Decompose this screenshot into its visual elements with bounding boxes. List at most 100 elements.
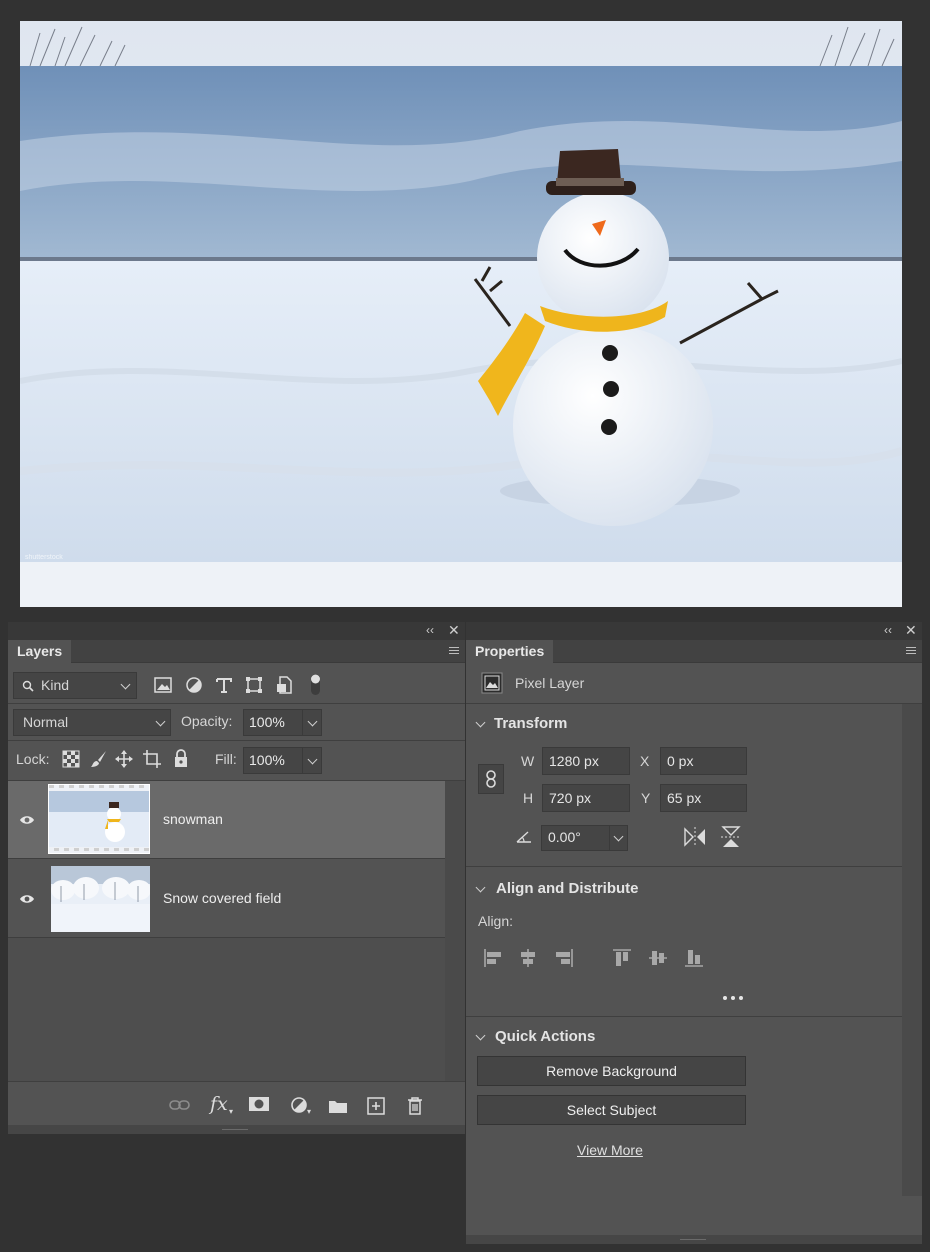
link-icon [486,770,496,788]
align-top-edges-icon[interactable] [612,948,632,968]
x-field[interactable]: 0 px [660,747,747,775]
quick-actions-collapse-icon[interactable] [475,1030,486,1041]
document-canvas[interactable]: shutterstock [20,21,902,607]
lock-image-pixels-icon[interactable] [90,750,108,768]
layers-panel: ‹‹ ✕ Layers Kind Normal Opacity: 100% Lo… [8,622,465,1134]
x-label: X [640,753,650,769]
angle-field[interactable]: 0.00° [541,825,628,851]
flip-horizontal-icon[interactable] [683,826,707,848]
eye-icon[interactable] [19,814,35,826]
lock-all-icon[interactable] [172,749,190,768]
y-field[interactable]: 65 px [660,784,747,812]
transform-collapse-icon[interactable] [475,717,486,728]
fx-icon[interactable]: fx [210,1093,228,1115]
lock-transparent-pixels-icon[interactable] [62,750,80,768]
pixel-filter-icon[interactable] [154,676,172,694]
chevron-down-icon [120,679,131,690]
chevron-down-icon [155,716,166,727]
canvas-image: shutterstock [20,21,902,607]
watermark-text: shutterstock [25,554,63,561]
align-bottom-edges-icon[interactable] [684,948,704,968]
layer-list: snowman Snow covered field [8,781,445,1081]
tab-properties[interactable]: Properties [466,640,554,663]
select-subject-button[interactable]: Select Subject [477,1095,746,1125]
shape-filter-icon[interactable] [245,676,263,694]
adjustment-filter-icon[interactable] [185,676,203,694]
tab-layers[interactable]: Layers [8,640,72,663]
width-label: W [521,753,535,769]
adjustment-submenu-icon: ▾ [307,1107,312,1116]
link-layers-icon[interactable] [169,1098,191,1112]
layers-tabbar: Layers [8,640,465,663]
opacity-label: Opacity: [181,713,233,729]
properties-panel: ‹‹ ✕ Properties Pixel Layer Transform W … [466,622,922,1244]
flip-vertical-icon[interactable] [720,825,742,849]
lock-position-icon[interactable] [115,750,133,768]
close-icon[interactable]: ✕ [905,622,917,639]
layer-thumbnail-snow-field [51,866,151,932]
align-left-edges-icon[interactable] [483,948,503,968]
search-icon [22,680,34,692]
collapse-icon[interactable]: ‹‹ [426,623,434,637]
properties-panel-header: ‹‹ ✕ [466,622,922,640]
chevron-down-icon[interactable] [307,716,318,727]
height-label: H [523,790,534,806]
fill-label: Fill: [215,751,237,767]
layer-mask-icon[interactable] [248,1096,270,1112]
y-label: Y [641,790,651,806]
link-dimensions-button[interactable] [478,764,504,794]
close-icon[interactable]: ✕ [448,622,460,639]
layers-scrollbar[interactable] [445,781,465,1081]
align-right-edges-icon[interactable] [554,948,574,968]
properties-tabbar: Properties [466,640,922,663]
height-field[interactable]: 720 px [542,784,630,812]
width-field[interactable]: 1280 px [542,747,630,775]
layers-panel-header: ‹‹ ✕ [8,622,465,640]
collapse-icon[interactable]: ‹‹ [884,623,892,637]
filter-toggle-icon[interactable] [309,673,323,697]
chevron-down-icon[interactable] [307,754,318,765]
angle-icon [516,831,531,843]
quick-actions-section-title[interactable]: Quick Actions [495,1028,595,1045]
blend-mode-dropdown[interactable]: Normal [13,709,171,736]
remove-background-button[interactable]: Remove Background [477,1056,746,1086]
pixel-layer-icon [481,672,503,694]
align-collapse-icon[interactable] [475,882,486,893]
layer-row-snow-covered-field[interactable]: Snow covered field [8,859,445,937]
align-horizontal-centers-icon[interactable] [518,948,538,968]
delete-layer-icon[interactable] [406,1096,424,1115]
filter-kind-dropdown[interactable]: Kind [13,672,137,699]
layer-thumbnail-snowman [48,784,150,854]
view-more-link[interactable]: View More [577,1142,643,1158]
transform-section-title[interactable]: Transform [494,715,567,732]
fill-field[interactable]: 100% [243,747,322,774]
properties-scrollbar[interactable] [902,704,922,1196]
eye-icon[interactable] [19,893,35,905]
layer-row-snowman[interactable]: snowman [8,781,445,858]
fill-value: 100% [249,752,285,768]
panel-menu-icon[interactable] [449,647,459,656]
panel-resize-grip[interactable] [466,1235,922,1244]
adjustment-layer-icon[interactable] [290,1096,308,1114]
type-filter-icon[interactable] [215,676,233,694]
lock-label: Lock: [16,751,50,767]
layer-name[interactable]: snowman [163,811,223,827]
more-options-icon[interactable] [722,995,744,1001]
new-layer-icon[interactable] [367,1097,385,1115]
fx-submenu-icon: ▾ [229,1107,234,1116]
blend-mode-label: Normal [23,714,69,730]
align-section-title[interactable]: Align and Distribute [496,880,639,897]
align-label: Align: [478,913,514,929]
panel-menu-icon[interactable] [906,647,916,656]
angle-value: 0.00° [548,829,581,845]
opacity-field[interactable]: 100% [243,709,322,736]
chevron-down-icon[interactable] [613,831,624,842]
lock-artboard-icon[interactable] [143,750,161,768]
new-group-icon[interactable] [328,1098,348,1114]
opacity-value: 100% [249,714,285,730]
filter-kind-label: Kind [41,677,70,693]
align-vertical-centers-icon[interactable] [648,948,668,968]
panel-resize-grip[interactable] [8,1125,465,1134]
smart-object-filter-icon[interactable] [276,676,294,694]
layer-name[interactable]: Snow covered field [163,890,281,906]
